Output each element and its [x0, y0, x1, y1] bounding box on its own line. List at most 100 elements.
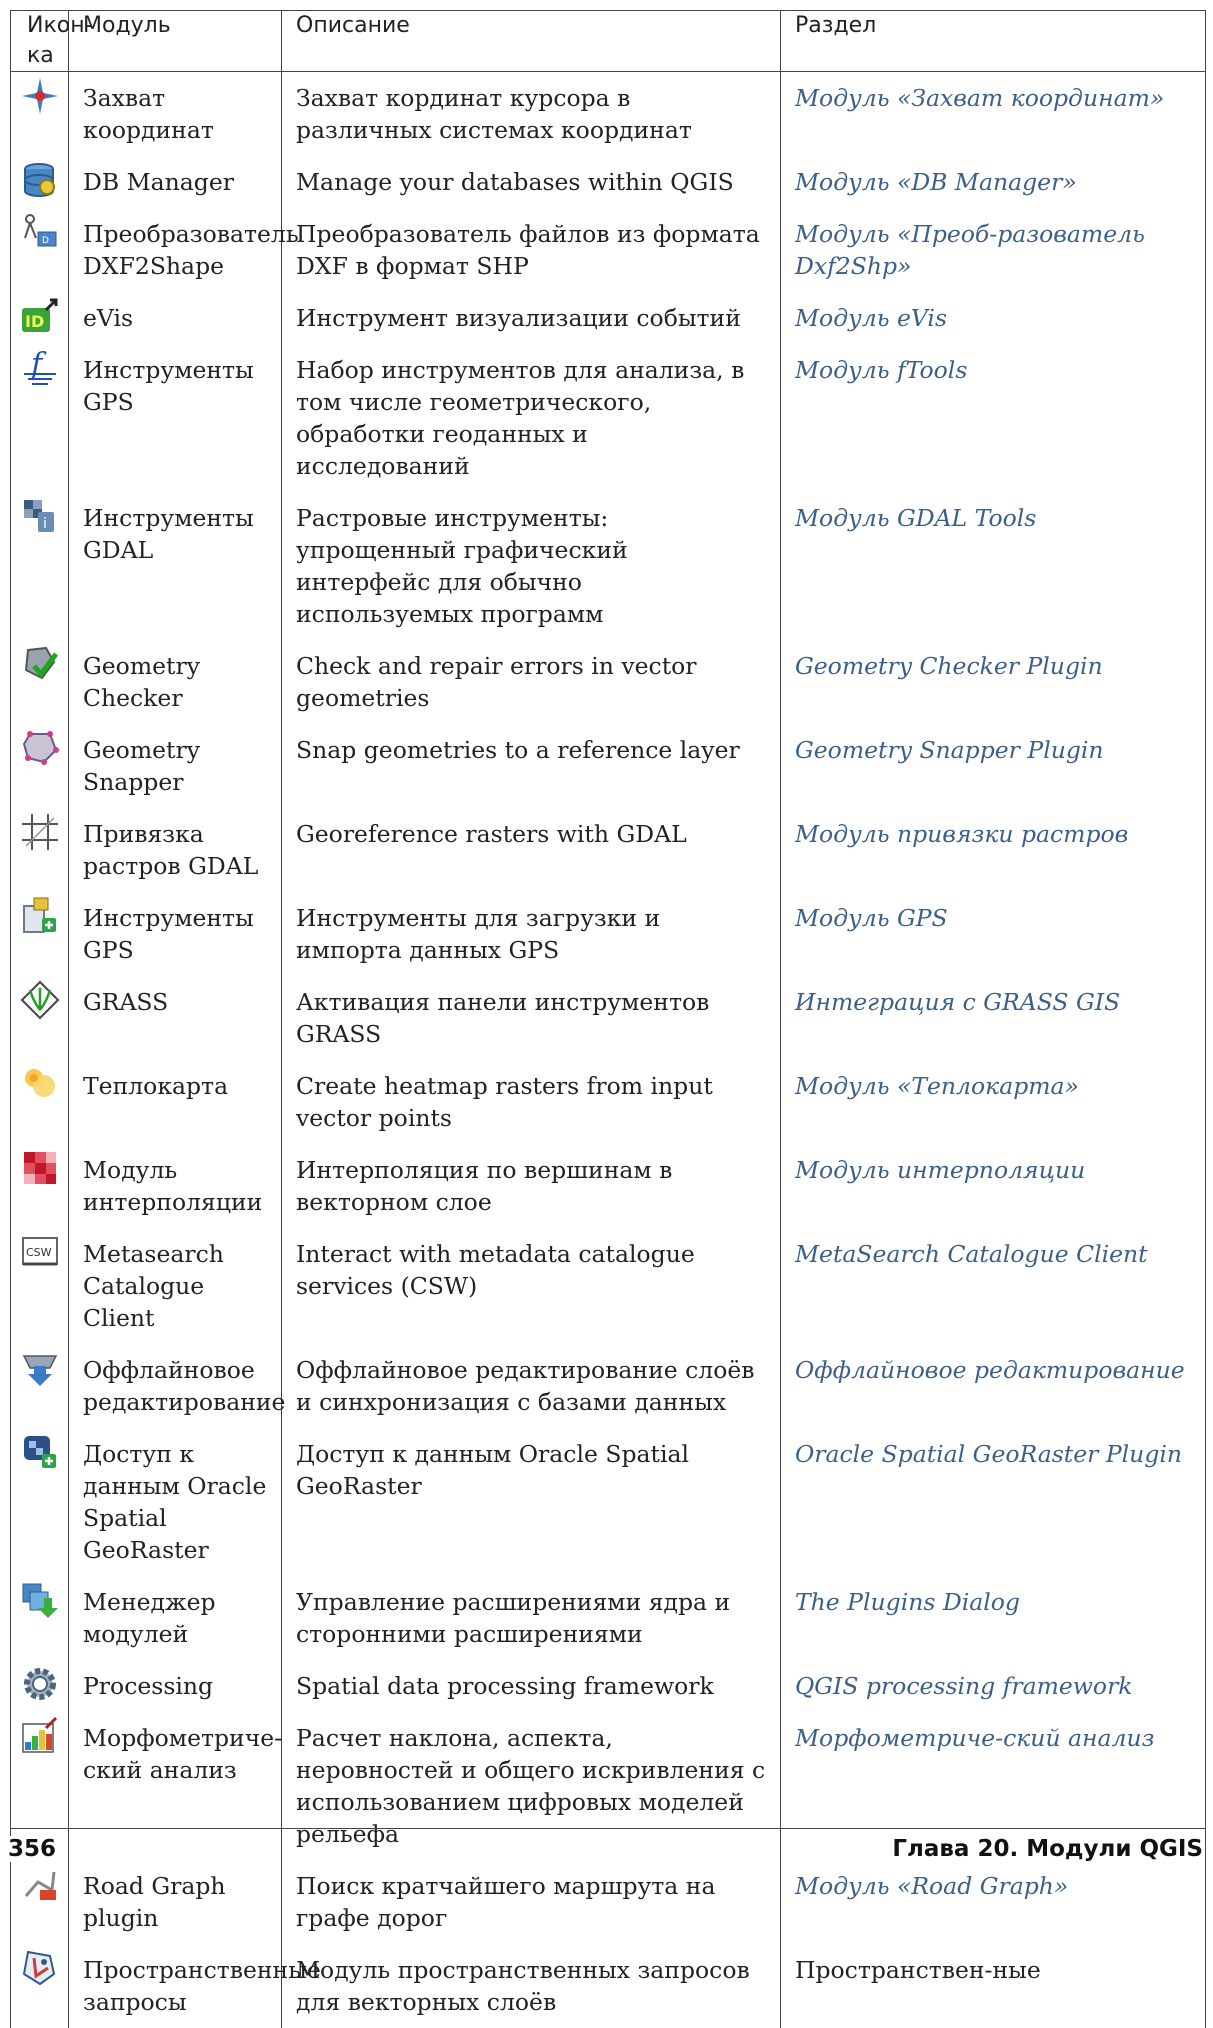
table-row: Модуль интерполяции Интерполяция по верш…	[10, 1144, 1206, 1228]
section-link[interactable]: Модуль GPS	[780, 892, 1206, 976]
terrain-analysis-icon	[20, 1716, 60, 1756]
section-link[interactable]: Модуль eVis	[780, 292, 1206, 344]
module-description: Georeference rasters with GDAL	[281, 808, 781, 892]
section-link[interactable]: Модуль привязки растров	[780, 808, 1206, 892]
module-name: Инструменты GPS	[68, 892, 282, 976]
plugins-table: Икон-ка Модуль Описание Раздел Захват ко…	[10, 10, 1206, 2028]
section-link[interactable]: Модуль «Теплокарта»	[780, 1060, 1206, 1144]
section-link[interactable]: Geometry Snapper Plugin	[780, 724, 1206, 808]
table-row: Привязка растров GDAL Georeference raste…	[10, 808, 1206, 892]
gdal-tools-icon: i	[20, 496, 60, 536]
table-row: Road Graph plugin Поиск кратчайшего марш…	[10, 1860, 1206, 1944]
section-link[interactable]: Интеграция с GRASS GIS	[780, 976, 1206, 1060]
module-description: Захват кординат курсора в различных сист…	[281, 71, 781, 156]
module-name: eVis	[68, 292, 282, 344]
section-link[interactable]: Пространствен-ные	[780, 1944, 1206, 2028]
crosshair-icon	[20, 76, 60, 116]
module-description: Оффлайновое редактирование слоёв и синхр…	[281, 1344, 781, 1428]
section-link[interactable]: Geometry Checker Plugin	[780, 640, 1206, 724]
table-row: Geometry Snapper Snap geometries to a re…	[10, 724, 1206, 808]
processing-gear-icon	[20, 1664, 60, 1704]
interpolation-icon	[20, 1148, 60, 1188]
table-row: Захват координат Захват кординат курсора…	[10, 71, 1206, 156]
svg-text:D: D	[42, 236, 49, 246]
table-row: D Преобразователь DXF2Shape Преобразоват…	[10, 208, 1206, 292]
csw-icon: CSW	[20, 1232, 60, 1272]
section-link[interactable]: Oracle Spatial GeoRaster Plugin	[780, 1428, 1206, 1576]
module-name: DB Manager	[68, 156, 282, 208]
module-description: Create heatmap rasters from input vector…	[281, 1060, 781, 1144]
module-name: Metasearch Catalogue Client	[68, 1228, 282, 1344]
module-description: Модуль пространственных запросов для век…	[281, 1944, 781, 2028]
section-link[interactable]: Модуль «Преоб-разователь Dxf2Shp»	[780, 208, 1206, 292]
module-description: Доступ к данным Oracle Spatial GeoRaster	[281, 1428, 781, 1576]
section-link[interactable]: Модуль «DB Manager»	[780, 156, 1206, 208]
table-row: i Инструменты GDAL Растровые инструменты…	[10, 492, 1206, 640]
database-icon	[20, 160, 60, 200]
module-description: Набор инструментов для анализа, в том чи…	[281, 344, 781, 492]
module-description: Расчет наклона, аспекта, неровностей и о…	[281, 1712, 781, 1860]
module-name: Теплокарта	[68, 1060, 282, 1144]
module-name: Geometry Snapper	[68, 724, 282, 808]
oracle-georaster-icon	[20, 1432, 60, 1472]
module-description: Поиск кратчайшего маршрута на графе доро…	[281, 1860, 781, 1944]
module-description: Инструменты для загрузки и импорта данны…	[281, 892, 781, 976]
module-description: Spatial data processing framework	[281, 1660, 781, 1712]
header-description: Описание	[281, 10, 781, 72]
module-name: Доступ к данным Oracle Spatial GeoRaster	[68, 1428, 282, 1576]
evis-icon: ID	[20, 296, 60, 336]
georeferencer-icon	[20, 812, 60, 852]
header-section: Раздел	[780, 10, 1206, 72]
section-link[interactable]: Модуль GDAL Tools	[780, 492, 1206, 640]
header-module: Модуль	[68, 10, 282, 72]
footer-divider	[10, 1828, 1205, 1829]
page-number: 356	[8, 1836, 57, 1862]
table-row: Geometry Checker Check and repair errors…	[10, 640, 1206, 724]
module-name: Привязка растров GDAL	[68, 808, 282, 892]
svg-text:f: f	[29, 348, 47, 382]
section-link[interactable]: Модуль «Road Graph»	[780, 1860, 1206, 1944]
table-row: f Инструменты GPS Набор инструментов для…	[10, 344, 1206, 492]
table-row: DB Manager Manage your databases within …	[10, 156, 1206, 208]
table-row: Пространственные запросы Модуль простран…	[10, 1944, 1206, 2028]
geometry-checker-icon	[20, 644, 60, 684]
section-link[interactable]: QGIS processing framework	[780, 1660, 1206, 1712]
road-graph-icon	[20, 1864, 60, 1904]
module-name: Geometry Checker	[68, 640, 282, 724]
table-header-row: Икон-ка Модуль Описание Раздел	[10, 10, 1206, 72]
gps-tools-icon	[20, 896, 60, 936]
module-description: Interact with metadata catalogue service…	[281, 1228, 781, 1344]
module-name: Модуль интерполяции	[68, 1144, 282, 1228]
section-link[interactable]: Модуль «Захват координат»	[780, 71, 1206, 156]
module-description: Интерполяция по вершинам в векторном сло…	[281, 1144, 781, 1228]
module-description: Преобразователь файлов из формата DXF в …	[281, 208, 781, 292]
grass-icon	[20, 980, 60, 1020]
table-row: Processing Spatial data processing frame…	[10, 1660, 1206, 1712]
table-row: Инструменты GPS Инструменты для загрузки…	[10, 892, 1206, 976]
section-link[interactable]: Модуль fTools	[780, 344, 1206, 492]
module-description: Snap geometries to a reference layer	[281, 724, 781, 808]
table-row: Оффлайновое редактирование Оффлайновое р…	[10, 1344, 1206, 1428]
svg-text:CSW: CSW	[26, 1246, 52, 1259]
module-name: Менеджер модулей	[68, 1576, 282, 1660]
module-name: Захват координат	[68, 71, 282, 156]
heatmap-icon	[20, 1064, 60, 1104]
geometry-snapper-icon	[20, 728, 60, 768]
dxf-converter-icon: D	[20, 212, 60, 252]
module-description: Manage your databases within QGIS	[281, 156, 781, 208]
module-name: Road Graph plugin	[68, 1860, 282, 1944]
module-name: Processing	[68, 1660, 282, 1712]
chapter-title: Глава 20. Модули QGIS	[892, 1836, 1203, 1862]
section-link[interactable]: Модуль интерполяции	[780, 1144, 1206, 1228]
section-link[interactable]: MetaSearch Catalogue Client	[780, 1228, 1206, 1344]
plugin-manager-icon	[20, 1580, 60, 1620]
table-row: Менеджер модулей Управление расширениями…	[10, 1576, 1206, 1660]
module-description: Активация панели инструментов GRASS	[281, 976, 781, 1060]
section-link[interactable]: Оффлайновое редактирование	[780, 1344, 1206, 1428]
table-row: Доступ к данным Oracle Spatial GeoRaster…	[10, 1428, 1206, 1576]
table-row: GRASS Активация панели инструментов GRAS…	[10, 976, 1206, 1060]
module-name: Инструменты GDAL	[68, 492, 282, 640]
section-link[interactable]: The Plugins Dialog	[780, 1576, 1206, 1660]
svg-text:i: i	[43, 516, 47, 532]
table-row: CSW Metasearch Catalogue Client Interact…	[10, 1228, 1206, 1344]
